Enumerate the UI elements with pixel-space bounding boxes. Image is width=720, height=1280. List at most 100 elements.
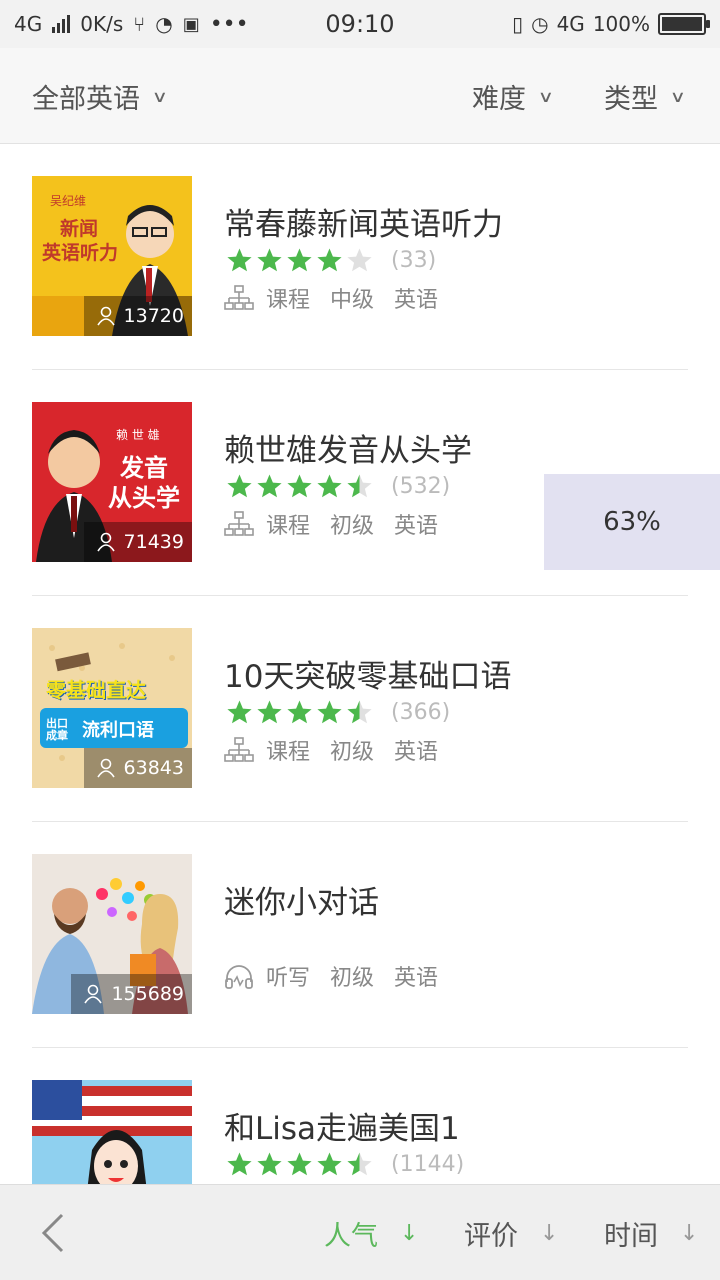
course-category: 课程 [266,288,311,313]
filter-all-english[interactable]: 全部英语 ∨ [32,48,169,144]
star-icon [317,248,342,272]
chevron-down-icon: ∨ [537,86,555,106]
course-meta: 课程 初级 英语 [224,734,458,766]
star-icon [287,1152,312,1176]
course-language: 英语 [394,966,439,991]
course-title[interactable]: 迷你小对话 [224,877,379,922]
battery-icon [658,13,710,35]
course-tree-icon [224,285,254,310]
star-rating: (1144) [226,1151,464,1178]
course-item[interactable]: 155689 迷你小对话 听写 初级 英语 [0,822,720,1048]
filter-type[interactable]: 类型 ∨ [604,48,687,144]
usb-icon: ⑂ [133,12,146,36]
rating-count: (366) [391,700,451,725]
course-thumbnail [32,1080,192,1184]
filter-bar: 全部英语 ∨ 难度 ∨ 类型 ∨ [0,48,720,144]
star-icon [257,248,282,272]
course-category: 课程 [266,514,311,539]
sort-down-arrow-icon: ↓ [400,1220,419,1246]
course-list: 吴纪维 新闻 英语听力 13720 常春藤新闻英语听力 (33) 课程 中级 英… [0,144,720,1184]
course-thumbnail: 吴纪维 新闻 英语听力 13720 [32,176,192,336]
course-title[interactable]: 10天突破零基础口语 [224,651,511,696]
filter-difficulty-label: 难度 [472,83,526,115]
star-icon [227,474,252,498]
person-icon [96,758,115,778]
alarm-icon: ◷ [531,12,549,36]
progress-badge: 63% [544,474,720,570]
course-item[interactable]: 吴纪维 新闻 英语听力 13720 常春藤新闻英语听力 (33) 课程 中级 英… [0,144,720,370]
chevron-down-icon: ∨ [669,86,687,106]
star-icon [317,700,342,724]
learner-count-value: 13720 [123,305,184,327]
thumb-author: 赖 世 雄 [116,428,160,442]
course-title[interactable]: 常春藤新闻英语听力 [224,199,503,244]
status-bar: 4G 0K/s ⑂ ◔ ▣ ••• 09:10 ▯ ◷ 4G 100% [0,0,720,48]
thumb-line2: 流利口语 [82,720,154,741]
chevron-down-icon: ∨ [151,86,169,106]
course-tree-icon [224,511,254,536]
learner-count-value: 71439 [123,531,184,553]
learner-count-value: 155689 [111,983,184,1005]
rating-count: (532) [391,474,451,499]
course-level: 初级 [330,740,375,765]
person-icon [84,984,103,1004]
filter-difficulty[interactable]: 难度 ∨ [472,48,555,144]
star-icon [347,1152,372,1176]
star-icon [227,248,252,272]
back-arrow-icon[interactable] [38,1213,68,1253]
filter-type-label: 类型 [604,83,658,115]
sort-bar: 人气 ↓ 评价 ↓ 时间 ↓ [0,1184,720,1280]
net-speed: 0K/s [80,12,124,36]
star-icon [287,248,312,272]
thumb-line0: 零基础直达 [46,678,146,702]
sort-popularity-label: 人气 [324,1220,378,1252]
learner-count: 71439 [83,522,192,562]
sort-rating[interactable]: 评价 ↓ [464,1185,558,1280]
star-icon [227,700,252,724]
course-category: 课程 [266,740,311,765]
sort-popularity[interactable]: 人气 ↓ [324,1185,418,1280]
person-icon [96,306,115,326]
course-meta: 课程 初级 英语 [224,508,458,540]
course-thumbnail: 零基础直达 出口成章 流利口语 63843 [32,628,192,788]
sort-down-arrow-icon: ↓ [680,1220,699,1246]
thumb-line2: 英语听力 [42,242,119,264]
rating-count: (33) [391,248,437,273]
network-type: 4G [14,12,43,36]
course-level: 初级 [330,966,375,991]
course-meta: 课程 中级 英语 [224,282,458,314]
course-item[interactable]: 和Lisa走遍美国1 (1144) [0,1048,720,1184]
more-icon: ••• [209,11,249,37]
course-language: 英语 [394,514,439,539]
star-rating: (532) [226,473,450,500]
thumb-line1: 出口成章 [46,717,68,742]
learner-count: 63843 [83,748,192,788]
star-icon [347,700,372,724]
headphone-icon [225,965,253,989]
course-language: 英语 [394,288,439,313]
course-title[interactable]: 和Lisa走遍美国1 [224,1103,460,1148]
course-level: 中级 [330,288,375,313]
star-icon [257,1152,282,1176]
star-icon [227,1152,252,1176]
star-icon [287,474,312,498]
course-item[interactable]: 零基础直达 出口成章 流利口语 63843 10天突破零基础口语 (366) 课… [0,596,720,822]
vibrate-icon: ▯ [512,12,524,36]
thumb-line2: 从头学 [108,484,180,512]
course-meta: 听写 初级 英语 [224,960,458,992]
course-level: 初级 [330,514,375,539]
star-rating: (366) [226,699,450,726]
sort-time[interactable]: 时间 ↓ [604,1185,698,1280]
thumb-line1: 新闻 [60,218,99,240]
star-icon [257,700,282,724]
qq-icon: ◔ [155,12,173,36]
course-language: 英语 [394,740,439,765]
course-title[interactable]: 赖世雄发音从头学 [224,425,472,470]
learner-count-value: 63843 [123,757,184,779]
star-icon [257,474,282,498]
star-icon [347,474,372,498]
filter-all-label: 全部英语 [32,83,140,115]
star-icon [347,248,372,272]
course-thumbnail: 155689 [32,854,192,1014]
learner-count: 155689 [71,974,192,1014]
